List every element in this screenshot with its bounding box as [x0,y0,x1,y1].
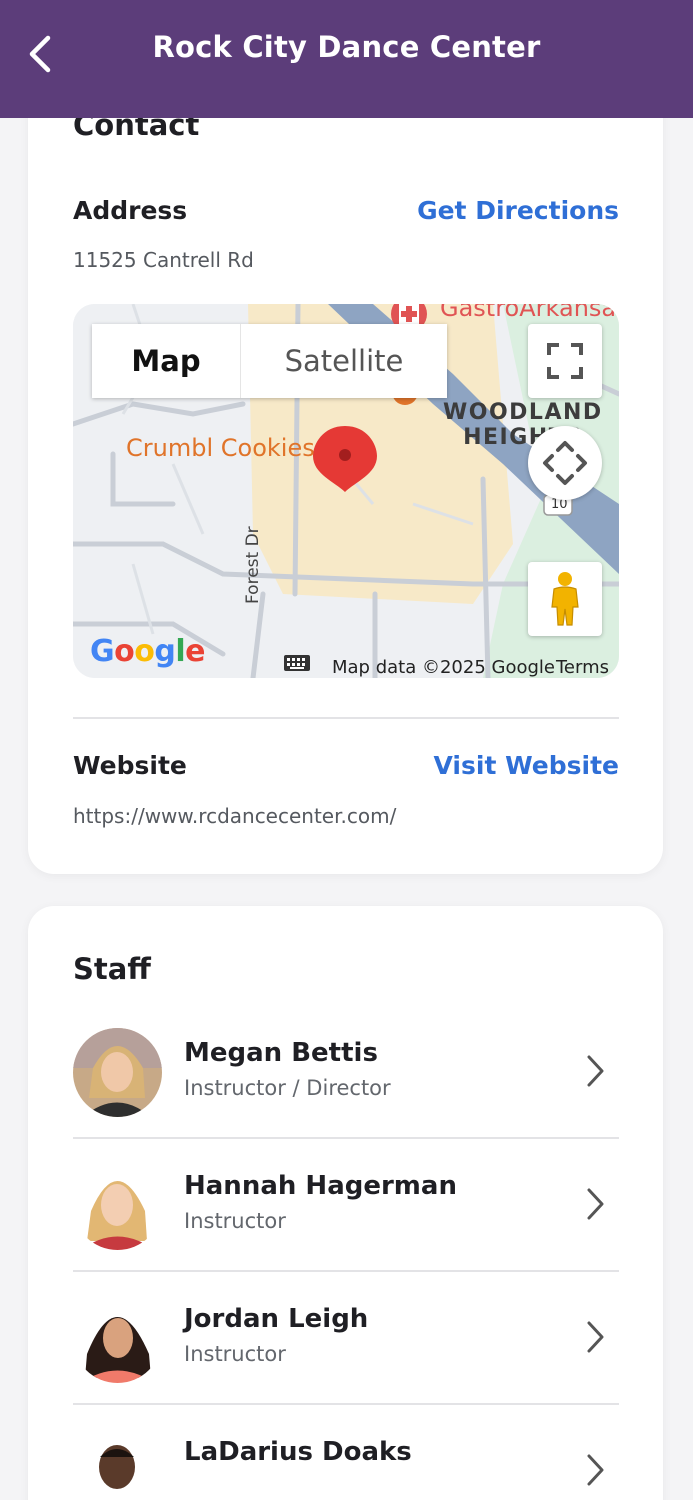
avatar [73,1161,162,1250]
address-label: Address [73,196,188,225]
chevron-right-icon [587,1055,604,1087]
map-terms-link[interactable]: Terms [556,657,609,678]
staff-section-title: Staff [73,952,151,986]
divider [73,717,619,719]
page-title: Rock City Dance Center [152,30,541,64]
chevron-right-icon [587,1188,604,1220]
map-poi-label: GastroArkansas Little Rock [440,304,619,322]
website-url: https://www.rcdancecenter.com/ [73,804,397,828]
staff-list-item[interactable]: LaDarius Doaks [73,1405,619,1500]
contact-card: Contact Address Get Directions 11525 Can… [28,88,663,874]
map-poi-label: Crumbl Cookies [126,434,315,462]
staff-name: LaDarius Doaks [184,1437,412,1467]
map-pan-control[interactable] [528,426,602,500]
staff-name: Megan Bettis [184,1038,378,1068]
map-tab[interactable]: Map [92,324,240,398]
website-label: Website [73,751,187,780]
fullscreen-icon [547,343,583,379]
staff-role: Instructor [184,1342,286,1366]
address-value: 11525 Cantrell Rd [73,248,254,272]
visit-website-link[interactable]: Visit Website [434,751,619,780]
keyboard-icon[interactable] [283,654,311,672]
chevron-right-icon [587,1454,604,1486]
staff-card: Staff Megan Bettis Instructor / Director [28,906,663,1500]
avatar [73,1294,162,1383]
map-type-toggle: Map Satellite [92,324,447,398]
street-view-button[interactable] [528,562,602,636]
pegman-icon [551,572,579,626]
satellite-tab[interactable]: Satellite [240,324,447,398]
staff-name: Hannah Hagerman [184,1171,457,1201]
map-attribution: Map data ©2025 Google [332,657,555,678]
staff-role: Instructor [184,1209,286,1233]
map-view[interactable]: GastroArkansas Little Rock Crumbl Cookie… [73,304,619,678]
avatar [73,1028,162,1117]
staff-list-item[interactable]: Hannah Hagerman Instructor [73,1139,619,1272]
get-directions-link[interactable]: Get Directions [417,196,619,225]
staff-list-item[interactable]: Megan Bettis Instructor / Director [73,1006,619,1139]
app-header: Rock City Dance Center [0,0,693,118]
fullscreen-button[interactable] [528,324,602,398]
staff-role: Instructor / Director [184,1076,391,1100]
staff-name: Jordan Leigh [184,1304,369,1334]
staff-list-item[interactable]: Jordan Leigh Instructor [73,1272,619,1405]
map-street-label: Forest Dr [243,526,263,604]
pan-arrows-icon [543,441,587,485]
google-logo: Google [90,634,206,669]
chevron-right-icon [587,1321,604,1353]
avatar [73,1427,162,1500]
